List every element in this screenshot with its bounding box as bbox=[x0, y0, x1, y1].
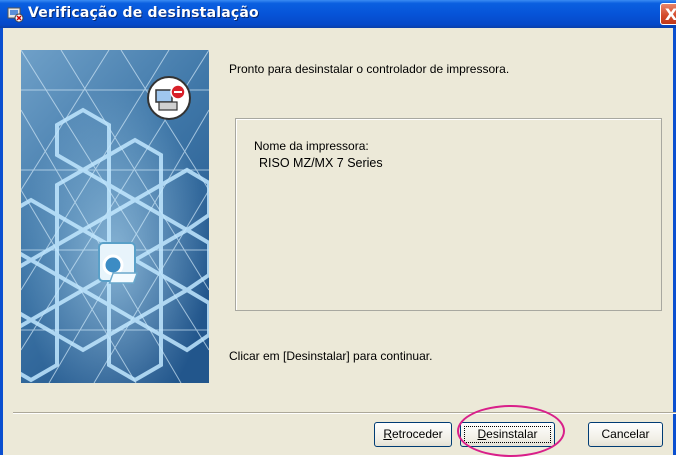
uninstall-dialog: Verificação de desinstalação X Pronto pa… bbox=[0, 0, 676, 457]
window-border-left bbox=[0, 28, 3, 455]
back-button-mnemonic: R bbox=[383, 427, 392, 441]
back-button-label: etroceder bbox=[391, 427, 443, 441]
printer-name-value: RISO MZ/MX 7 Series bbox=[259, 156, 383, 170]
focus-rect bbox=[464, 426, 551, 443]
close-button[interactable]: X bbox=[660, 3, 676, 25]
uninstall-button[interactable]: Desinstalar bbox=[460, 422, 555, 447]
side-illustration bbox=[21, 50, 209, 383]
installer-icon bbox=[7, 7, 24, 23]
close-icon: X bbox=[664, 5, 676, 24]
button-separator bbox=[13, 412, 676, 414]
continue-instruction: Clicar em [Desinstalar] para continuar. bbox=[229, 349, 433, 363]
title-bar[interactable]: Verificação de desinstalação X bbox=[0, 0, 676, 28]
printer-name-label: Nome da impressora: bbox=[254, 139, 369, 153]
cancel-button-label: Cancelar bbox=[601, 427, 650, 441]
printer-info-group: Nome da impressora: RISO MZ/MX 7 Series bbox=[235, 118, 662, 311]
back-button[interactable]: Retroceder bbox=[374, 422, 452, 447]
hexagon-background-image bbox=[21, 50, 209, 383]
cancel-button[interactable]: Cancelar bbox=[588, 422, 663, 447]
window-title: Verificação de desinstalação bbox=[28, 5, 259, 21]
ready-message: Pronto para desinstalar o controlador de… bbox=[229, 62, 510, 76]
